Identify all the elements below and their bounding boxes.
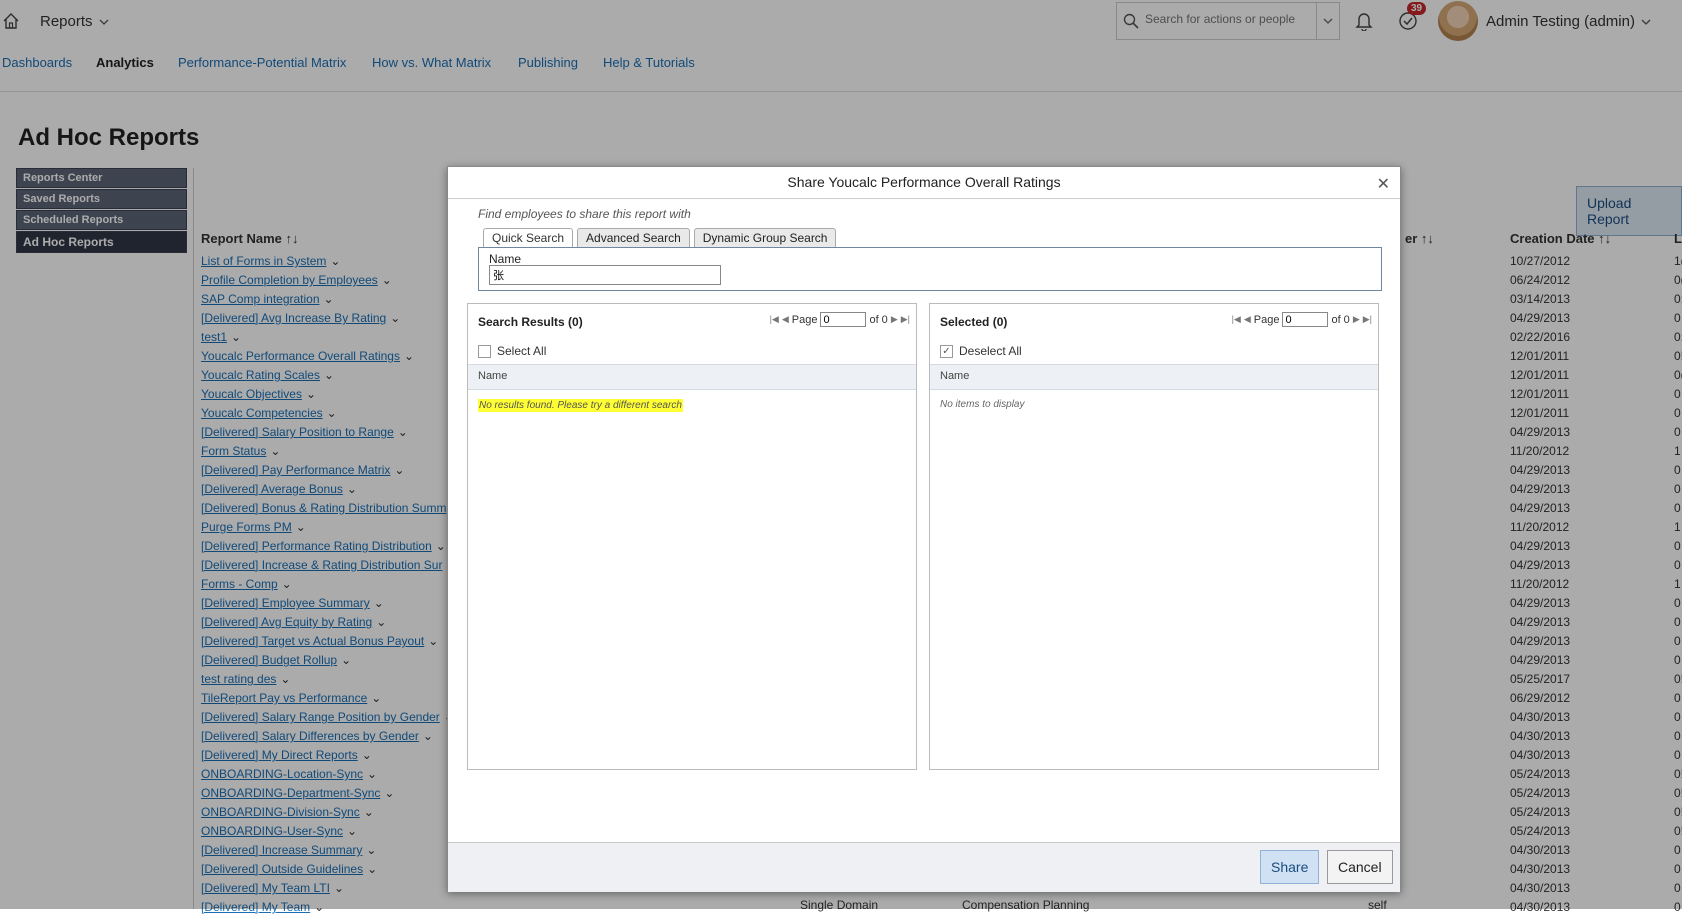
selected-title: Selected (0) [940, 315, 1008, 329]
deselect-all-label: Deselect All [959, 344, 1022, 358]
quick-search-panel: Name [478, 247, 1382, 291]
no-items-message: No items to display [940, 399, 1025, 410]
page-of-label: of 0 [869, 313, 888, 326]
results-grid-header: Name [468, 364, 916, 390]
tab-advanced-search[interactable]: Advanced Search [577, 228, 690, 247]
results-pager: |◀ ◀ Page of 0 ▶ ▶| [770, 312, 910, 327]
page-input[interactable] [1282, 312, 1329, 327]
select-all-checkbox[interactable]: Select All [478, 344, 546, 358]
selected-grid-header: Name [930, 364, 1378, 390]
prev-page-icon[interactable]: ◀ [1244, 314, 1251, 325]
dialog-footer: Share Cancel [448, 842, 1400, 892]
page-of-label: of 0 [1331, 313, 1350, 326]
checkbox-icon [478, 344, 491, 358]
share-dialog: Share Youcalc Performance Overall Rating… [447, 166, 1401, 892]
next-page-icon[interactable]: ▶ [891, 314, 898, 325]
tab-quick-search[interactable]: Quick Search [483, 228, 574, 247]
share-button[interactable]: Share [1260, 850, 1320, 884]
search-results-panel: Search Results (0) |◀ ◀ Page of 0 ▶ ▶| S… [467, 303, 917, 770]
page-input[interactable] [820, 312, 867, 327]
select-all-label: Select All [497, 344, 547, 358]
next-page-icon[interactable]: ▶ [1353, 314, 1360, 325]
page-label: Page [1253, 313, 1280, 326]
cancel-button[interactable]: Cancel [1327, 850, 1393, 884]
close-icon[interactable]: ✕ [1377, 174, 1390, 194]
search-tabs: Quick Search Advanced Search Dynamic Gro… [483, 228, 837, 247]
name-label: Name [489, 252, 522, 266]
col-header-name: Name [478, 370, 508, 382]
first-page-icon[interactable]: |◀ [1232, 314, 1241, 325]
checkmark-icon: ✓ [940, 344, 953, 358]
page-label: Page [791, 313, 818, 326]
selected-pager: |◀ ◀ Page of 0 ▶ ▶| [1232, 312, 1372, 327]
col-header-name: Name [940, 370, 970, 382]
last-page-icon[interactable]: ▶| [1363, 314, 1372, 325]
dialog-title: Share Youcalc Performance Overall Rating… [448, 167, 1400, 199]
search-results-title: Search Results (0) [478, 315, 583, 329]
tab-dynamic-group-search[interactable]: Dynamic Group Search [693, 228, 837, 247]
last-page-icon[interactable]: ▶| [901, 314, 910, 325]
no-results-message: No results found. Please try a different… [478, 399, 683, 412]
prev-page-icon[interactable]: ◀ [782, 314, 789, 325]
selected-panel: Selected (0) |◀ ◀ Page of 0 ▶ ▶| ✓ Desel… [929, 303, 1379, 770]
first-page-icon[interactable]: |◀ [770, 314, 779, 325]
name-input[interactable] [489, 265, 721, 285]
deselect-all-checkbox[interactable]: ✓ Deselect All [940, 344, 1022, 358]
dialog-hint: Find employees to share this report with [478, 207, 691, 221]
